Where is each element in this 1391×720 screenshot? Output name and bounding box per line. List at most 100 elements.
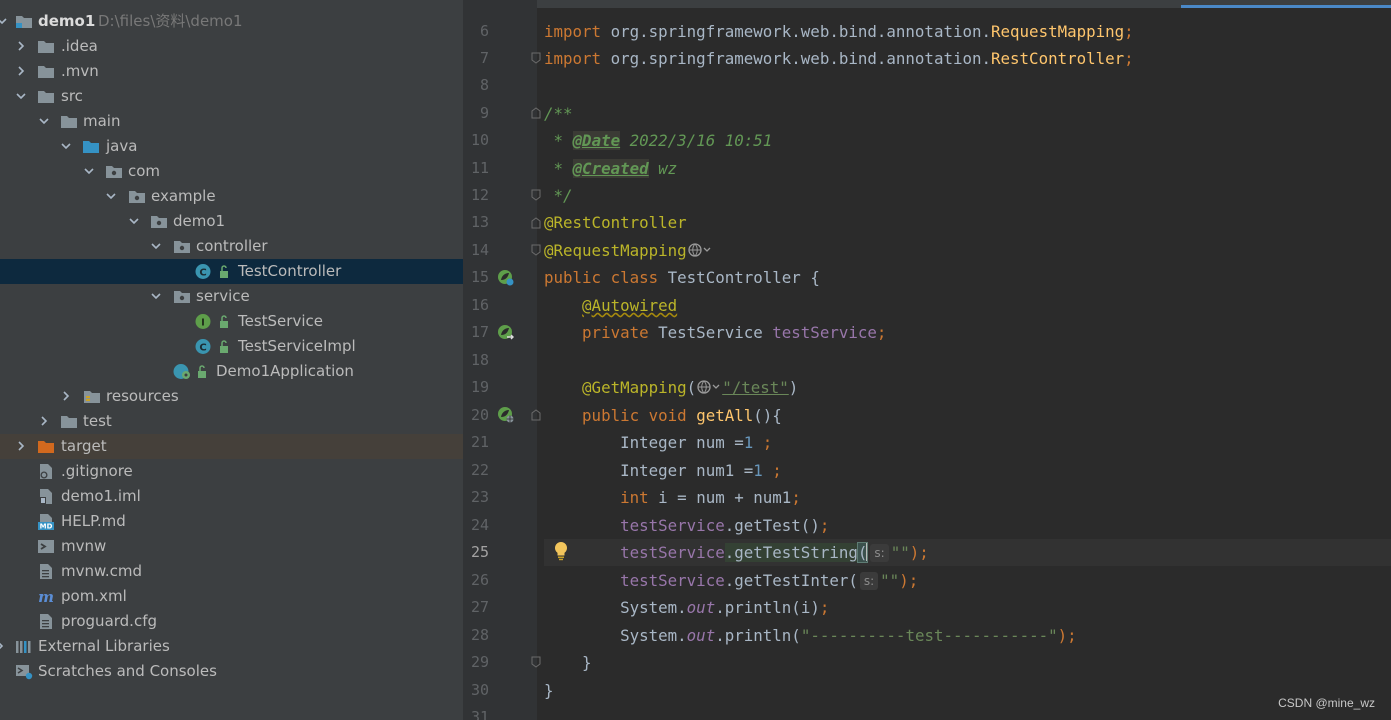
editor-gutter[interactable]: 6 7 8 9 10 11 12 13 14 15 16 17 18 19 20…	[463, 0, 541, 720]
fold-marker-icon[interactable]	[531, 52, 541, 64]
fold-marker-icon[interactable]	[531, 244, 541, 256]
lock-icon	[193, 363, 206, 380]
project-tool-window: demo1 D:\files\资料\demo1 .idea .mvn src m…	[0, 0, 463, 720]
fold-marker-icon[interactable]	[531, 409, 541, 421]
code-line[interactable]: @Autowired	[544, 292, 1391, 319]
code-token[interactable]: "/test"	[722, 378, 789, 397]
code-line[interactable]: public class TestController {	[544, 264, 1391, 291]
tree-item-testserviceimpl[interactable]: C TestServiceImpl	[0, 334, 463, 359]
fold-marker-icon[interactable]	[531, 656, 541, 668]
code-line[interactable]: Integer num =1 ;	[544, 429, 1391, 456]
tree-item-mvnw-cmd[interactable]: mvnw.cmd	[0, 559, 463, 584]
code-token: import	[544, 22, 602, 41]
code-line[interactable]: int i = num + num1;	[544, 484, 1391, 511]
tree-item-help-md[interactable]: MD HELP.md	[0, 509, 463, 534]
tree-item-src[interactable]: src	[0, 84, 463, 109]
tree-item-external-libraries[interactable]: External Libraries	[0, 634, 463, 659]
chevron-right-icon[interactable]	[38, 415, 50, 427]
code-token: (	[686, 378, 697, 397]
tree-item-service[interactable]: service	[0, 284, 463, 309]
code-token: TestService	[648, 323, 773, 342]
tree-item-demo1-root[interactable]: demo1 D:\files\资料\demo1	[0, 9, 463, 34]
code-line[interactable]: import org.springframework.web.bind.anno…	[544, 45, 1391, 72]
spring-bean-gutter-icon[interactable]	[497, 269, 515, 287]
tree-item-main[interactable]: main	[0, 109, 463, 134]
tree-item-idea[interactable]: .idea	[0, 34, 463, 59]
code-line[interactable]: @GetMapping("/test")	[544, 374, 1391, 401]
code-line-current[interactable]: testService.getTestString(s: "");	[544, 539, 1391, 566]
chevron-down-icon[interactable]	[128, 215, 140, 227]
code-token: ""	[880, 571, 900, 590]
code-token: /**	[544, 104, 573, 123]
code-editor[interactable]: 6 7 8 9 10 11 12 13 14 15 16 17 18 19 20…	[463, 0, 1391, 720]
code-line[interactable]: private TestService testService;	[544, 319, 1391, 346]
line-number: 31	[470, 708, 489, 720]
code-line[interactable]: testService.getTest();	[544, 512, 1391, 539]
line-number: 29	[470, 653, 489, 671]
editor-tab-strip[interactable]	[463, 0, 1391, 8]
autowired-navigate-gutter-icon[interactable]	[497, 324, 515, 342]
chevron-down-icon[interactable]	[60, 140, 72, 152]
chevron-down-icon[interactable]	[150, 290, 162, 302]
line-number-current: 25	[470, 543, 489, 561]
request-mapping-gutter-icon[interactable]	[497, 406, 515, 424]
tree-item-demo1-iml[interactable]: demo1.iml	[0, 484, 463, 509]
tree-item-java[interactable]: java	[0, 134, 463, 159]
project-root-path: D:\files\资料\demo1	[98, 12, 243, 30]
tree-item-label: Demo1Application	[216, 362, 354, 380]
web-endpoint-icon[interactable]	[696, 379, 722, 395]
code-line[interactable]: System.out.println("----------test------…	[544, 622, 1391, 649]
tree-item-mvn[interactable]: .mvn	[0, 59, 463, 84]
chevron-down-icon[interactable]	[150, 240, 162, 252]
tree-item-target[interactable]: target	[0, 434, 463, 459]
tree-item-example[interactable]: example	[0, 184, 463, 209]
tree-item-scratches[interactable]: Scratches and Consoles	[0, 659, 463, 684]
code-line[interactable]: }	[544, 649, 1391, 676]
tree-item-com[interactable]: com	[0, 159, 463, 184]
tree-item-pom-xml[interactable]: m pom.xml	[0, 584, 463, 609]
project-header-strip	[0, 0, 463, 8]
tree-item-controller[interactable]: controller	[0, 234, 463, 259]
code-line[interactable]: public void getAll(){	[544, 402, 1391, 429]
code-line[interactable]: * @Created wz	[544, 155, 1391, 182]
code-line[interactable]: System.out.println(i);	[544, 594, 1391, 621]
fold-marker-icon[interactable]	[531, 217, 541, 229]
chevron-down-icon[interactable]	[83, 165, 95, 177]
chevron-right-icon[interactable]	[0, 640, 6, 652]
chevron-down-icon[interactable]	[38, 115, 50, 127]
code-line[interactable]: }	[544, 677, 1391, 704]
tree-item-testcontroller[interactable]: C TestController	[0, 259, 463, 284]
tree-item-mvnw[interactable]: mvnw	[0, 534, 463, 559]
code-line[interactable]: */	[544, 182, 1391, 209]
code-line[interactable]: /**	[544, 100, 1391, 127]
libraries-icon	[15, 638, 33, 655]
chevron-down-icon[interactable]	[15, 90, 27, 102]
fold-marker-icon[interactable]	[531, 189, 541, 201]
code-line[interactable]: @RequestMapping	[544, 237, 1391, 264]
tree-item-testservice[interactable]: I TestService	[0, 309, 463, 334]
code-token: org.springframework.web.bind.annotation.	[601, 22, 992, 41]
code-token: RequestMapping	[991, 22, 1125, 41]
tree-item-gitignore[interactable]: .gitignore	[0, 459, 463, 484]
chevron-right-icon[interactable]	[15, 40, 27, 52]
tree-item-resources[interactable]: resources	[0, 384, 463, 409]
tree-item-test[interactable]: test	[0, 409, 463, 434]
code-line[interactable]: @RestController	[544, 209, 1391, 236]
tree-item-demo1application[interactable]: Demo1Application	[0, 359, 463, 384]
package-icon	[105, 163, 123, 180]
tree-item-proguard-cfg[interactable]: proguard.cfg	[0, 609, 463, 634]
tree-item-demo1-package[interactable]: demo1	[0, 209, 463, 234]
code-line[interactable]: import org.springframework.web.bind.anno…	[544, 18, 1391, 45]
chevron-down-icon[interactable]	[0, 15, 8, 27]
chevron-down-icon[interactable]	[105, 190, 117, 202]
web-endpoint-icon[interactable]	[687, 242, 713, 258]
code-line[interactable]: * @Date 2022/3/16 10:51	[544, 127, 1391, 154]
code-line[interactable]: Integer num1 =1 ;	[544, 457, 1391, 484]
fold-marker-icon[interactable]	[531, 107, 541, 119]
chevron-right-icon[interactable]	[15, 65, 27, 77]
chevron-right-icon[interactable]	[15, 440, 27, 452]
chevron-right-icon[interactable]	[60, 390, 72, 402]
code-token: Integer num1 =	[620, 461, 754, 480]
lightbulb-icon[interactable]	[552, 541, 570, 561]
code-line[interactable]: testService.getTestInter(s: "");	[544, 567, 1391, 594]
